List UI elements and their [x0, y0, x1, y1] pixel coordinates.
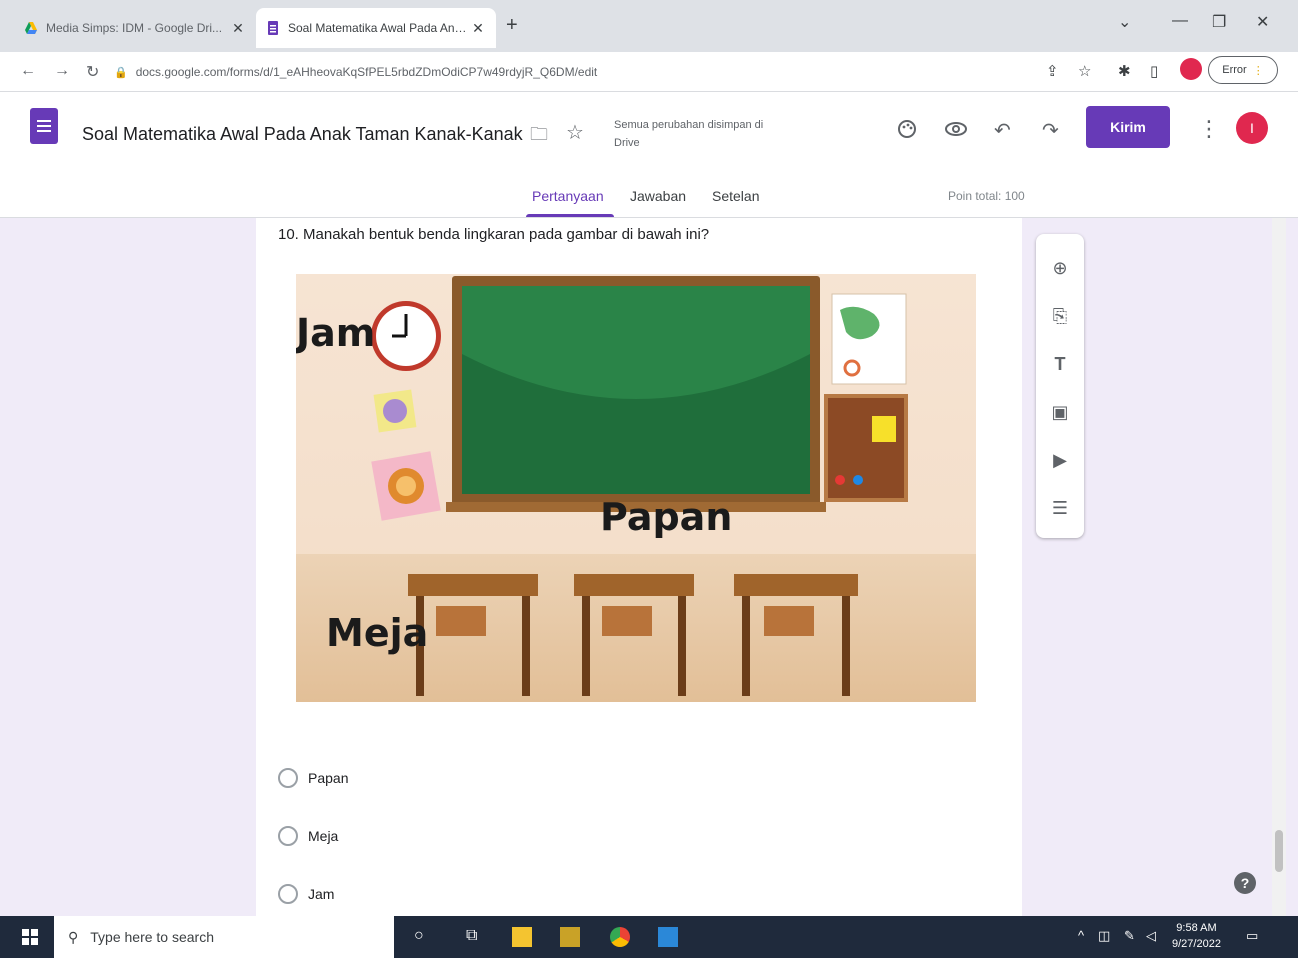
browser-tab-strip: Media Simps: IDM - Google Dri... ✕ Soal … [0, 0, 1298, 52]
question-title[interactable]: 10. Manakah bentuk benda lingkaran pada … [278, 226, 709, 243]
google-forms-logo-icon[interactable] [30, 108, 58, 144]
form-title[interactable]: Soal Matematika Awal Pada Anak Taman Kan… [82, 124, 523, 145]
google-drive-icon [25, 22, 37, 34]
task-view-icon[interactable]: ⧉ [466, 927, 486, 947]
kebab-menu-icon: ⋮ [1252, 64, 1264, 77]
tab-title: Soal Matematika Awal Pada Ana... [288, 21, 470, 35]
cortana-icon[interactable]: ○ [414, 927, 434, 947]
send-button[interactable]: Kirim [1086, 106, 1170, 148]
url-bar[interactable]: 🔒 docs.google.com/forms/d/1_eAHheovaKqSf… [114, 58, 1034, 86]
share-icon[interactable]: ⇪ [1046, 62, 1059, 80]
scrollbar[interactable] [1272, 218, 1286, 916]
network-icon[interactable]: ◫ [1098, 928, 1110, 944]
language-icon[interactable]: ✎ [1124, 928, 1135, 944]
browser-tab-forms[interactable]: Soal Matematika Awal Pada Ana... ✕ [256, 8, 496, 48]
active-tab-indicator [526, 214, 614, 217]
error-button[interactable]: Error ⋮ [1208, 56, 1278, 84]
points-total: Poin total: 100 [948, 189, 1025, 203]
option-label: Meja [308, 828, 339, 844]
move-to-folder-icon[interactable]: 🗀 [530, 122, 548, 152]
chrome-icon[interactable] [610, 927, 630, 947]
side-panel-icon[interactable]: ▯ [1150, 62, 1158, 80]
forward-icon[interactable]: → [54, 62, 70, 80]
reload-icon[interactable]: ↻ [86, 62, 99, 82]
search-placeholder: Type here to search [90, 929, 215, 945]
undo-icon[interactable]: ↶ [994, 118, 1011, 143]
url-text: docs.google.com/forms/d/1_eAHheovaKqSfPE… [135, 65, 598, 79]
forms-header: Soal Matematika Awal Pada Anak Taman Kan… [0, 92, 1298, 218]
label-desk: Meja [326, 611, 428, 655]
option-label: Papan [308, 770, 349, 786]
tab-questions[interactable]: Pertanyaan [532, 188, 604, 204]
tray-chevron-icon[interactable]: ^ [1078, 928, 1084, 943]
option-papan[interactable]: Papan [278, 768, 348, 788]
system-clock[interactable]: 9:58 AM 9/27/2022 [1172, 920, 1221, 952]
restore-icon[interactable]: ❐ [1212, 12, 1226, 32]
add-image-icon[interactable]: ▣ [1048, 400, 1072, 424]
word-icon[interactable] [658, 927, 678, 947]
lock-icon: 🔒 [114, 66, 128, 79]
add-video-icon[interactable]: ▶ [1048, 448, 1072, 472]
floating-toolbar: ⊕ ⎘ T ▣ ▶ ☰ [1036, 234, 1084, 538]
browser-profile-icon[interactable] [1180, 58, 1202, 80]
add-section-icon[interactable]: ☰ [1048, 496, 1072, 520]
option-jam[interactable]: Jam [278, 884, 334, 904]
import-questions-icon[interactable]: ⎘ [1048, 304, 1072, 328]
close-tab-icon[interactable]: ✕ [230, 20, 246, 37]
scroll-thumb[interactable] [1275, 830, 1283, 872]
question-card[interactable]: 10. Manakah bentuk benda lingkaran pada … [256, 218, 1022, 916]
add-question-icon[interactable]: ⊕ [1048, 256, 1072, 280]
label-board: Papan [600, 495, 732, 539]
windows-taskbar: ⚲ Type here to search ○ ⧉ ^ ◫ ✎ ◁ 9:58 A… [0, 916, 1298, 958]
bookmark-star-icon[interactable]: ☆ [1078, 62, 1091, 80]
option-label: Jam [308, 886, 335, 902]
tab-responses[interactable]: Jawaban [630, 188, 686, 204]
extensions-icon[interactable]: ✱ [1118, 62, 1131, 80]
radio-button[interactable] [278, 884, 298, 904]
redo-icon[interactable]: ↷ [1042, 118, 1059, 143]
clock-time: 9:58 AM [1176, 922, 1217, 934]
star-icon[interactable]: ☆ [566, 120, 584, 145]
radio-button[interactable] [278, 768, 298, 788]
palette-icon[interactable] [896, 118, 918, 146]
option-meja[interactable]: Meja [278, 826, 338, 846]
google-forms-icon [268, 21, 278, 35]
more-options-icon[interactable]: ⋮ [1198, 116, 1220, 142]
tab-search-chevron-icon[interactable]: ⌄ [1118, 12, 1131, 32]
help-icon[interactable]: ? [1234, 872, 1256, 894]
back-icon[interactable]: ← [20, 62, 36, 80]
label-clock: Jam [296, 311, 375, 355]
volume-icon[interactable]: ◁ [1146, 928, 1156, 944]
app-icon[interactable] [560, 927, 580, 947]
radio-button[interactable] [278, 826, 298, 846]
windows-start-icon[interactable] [22, 929, 38, 945]
notifications-icon[interactable]: ▭ [1246, 928, 1258, 944]
error-label: Error [1222, 64, 1247, 76]
new-tab-button[interactable]: + [506, 14, 518, 37]
save-status: Semua perubahan disimpan di Drive [614, 119, 764, 149]
preview-eye-icon[interactable] [944, 118, 968, 146]
close-tab-icon[interactable]: ✕ [470, 20, 486, 37]
browser-tab-drive[interactable]: Media Simps: IDM - Google Dri... ✕ [14, 8, 256, 48]
file-explorer-icon[interactable] [512, 927, 532, 947]
add-title-icon[interactable]: T [1048, 352, 1072, 376]
search-icon: ⚲ [68, 928, 79, 945]
tab-title: Media Simps: IDM - Google Dri... [46, 21, 223, 35]
address-bar-row: ← → ↻ 🔒 docs.google.com/forms/d/1_eAHheo… [0, 52, 1298, 92]
form-editor-content: 10. Manakah bentuk benda lingkaran pada … [8, 218, 1286, 916]
clock-date: 9/27/2022 [1172, 938, 1221, 950]
avatar[interactable]: I [1236, 112, 1268, 144]
screen: Media Simps: IDM - Google Dri... ✕ Soal … [0, 0, 1298, 958]
taskbar-search[interactable]: ⚲ Type here to search [54, 916, 394, 958]
window-close-icon[interactable]: ✕ [1256, 12, 1269, 32]
tab-settings[interactable]: Setelan [712, 188, 759, 204]
minimize-icon[interactable]: — [1172, 12, 1188, 30]
classroom-illustration: Jam Papan Meja [296, 274, 976, 702]
